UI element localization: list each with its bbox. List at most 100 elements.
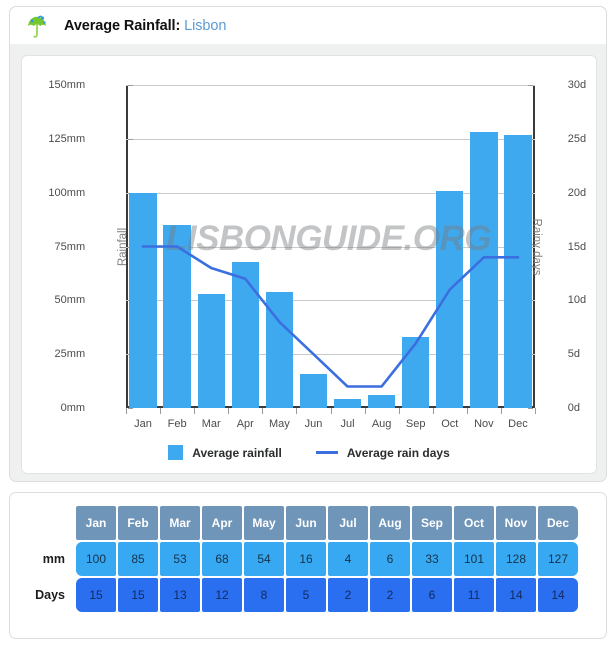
table-row: mm 100 85 53 68 54 16 4 6 33 101 128 127 — [26, 542, 578, 576]
x-tick-label-dec: Dec — [508, 418, 528, 430]
x-tick-label-jan: Jan — [134, 418, 152, 430]
x-tick-label-aug: Aug — [371, 418, 392, 430]
line-layer — [126, 85, 535, 408]
table-cell-days-jul: 2 — [328, 578, 368, 612]
y-tick-label-right: 25d — [567, 132, 587, 145]
table-row: Days 15 15 13 12 8 5 2 2 6 11 14 14 — [26, 578, 578, 612]
legend-line-label: Average rain days — [346, 445, 450, 460]
table-month-header-jun: Jun — [286, 506, 326, 540]
x-tick-mark — [296, 408, 298, 414]
table-corner-cell — [26, 506, 74, 540]
table-cell-days-feb: 15 — [118, 578, 158, 612]
table-cell-mm-aug: 6 — [370, 542, 410, 576]
chart-legend: Average rainfall Average rain days — [22, 445, 596, 460]
x-tick-mark — [262, 408, 264, 414]
chart-panel: 0mm 25mm 50mm 75mm 100mm 125mm 150mm 0d 5d 10d 15d… — [21, 55, 597, 474]
y-tick-label-right: 20d — [567, 186, 587, 199]
table-header-row: Jan Feb Mar Apr May Jun Jul Aug Sep Oct Nov Dec — [26, 506, 578, 540]
x-tick-mark — [126, 408, 127, 414]
y-tick-label-right: 0d — [567, 402, 580, 414]
y-tick-label-right: 10d — [567, 294, 587, 307]
x-tick-label-may: May — [268, 418, 290, 430]
x-tick-label-oct: Oct — [441, 418, 459, 430]
x-tick-mark — [364, 408, 366, 414]
table-cell-days-aug: 2 — [370, 578, 410, 612]
x-tick-label-jun: Jun — [304, 418, 323, 430]
table-cell-days-mar: 13 — [160, 578, 200, 612]
y-tick-label-right: 30d — [567, 79, 587, 91]
table-cell-days-may: 8 — [244, 578, 284, 612]
x-tick-mark — [500, 408, 502, 414]
title-prefix: Average Rainfall: — [64, 17, 181, 34]
x-tick-mark — [194, 408, 196, 414]
title-city: Lisbon — [184, 17, 227, 34]
x-tick-mark — [466, 408, 468, 414]
table-month-header-feb: Feb — [118, 506, 158, 540]
y-tick-mark — [128, 408, 133, 409]
y-tick-label-left: 150mm — [48, 79, 86, 91]
plot-area: 0mm 25mm 50mm 75mm 100mm 125mm 150mm 0d 5d 10d 15d… — [48, 79, 586, 430]
y-tick-label-left: 25mm — [54, 348, 86, 361]
table-cell-mm-oct: 101 — [454, 542, 494, 576]
table-month-header-jul: Jul — [328, 506, 368, 540]
table-month-header-jan: Jan — [76, 506, 116, 540]
table-cell-mm-mar: 53 — [160, 542, 200, 576]
x-tick-label-nov: Nov — [474, 418, 494, 430]
x-tick-label-feb: Feb — [167, 418, 187, 430]
y-tick-label-left: 0mm — [60, 402, 86, 414]
table-cell-days-jun: 5 — [286, 578, 326, 612]
legend-item-rainfall[interactable]: Average rainfall — [168, 445, 282, 460]
page-title: Average Rainfall: Lisbon — [64, 18, 226, 34]
rainfall-table: Jan Feb Mar Apr May Jun Jul Aug Sep Oct Nov Dec mm … — [24, 504, 580, 614]
legend-bar-swatch — [168, 445, 184, 460]
x-tick-mark — [398, 408, 400, 414]
table-cell-days-jan: 15 — [76, 578, 116, 612]
table-cell-mm-feb: 85 — [118, 542, 158, 576]
table-cell-days-sep: 6 — [412, 578, 452, 612]
y-axis-label-right: Rainy days — [530, 218, 543, 275]
row-label-mm: mm — [42, 552, 65, 566]
data-table-panel: Jan Feb Mar Apr May Jun Jul Aug Sep Oct Nov Dec mm … — [9, 492, 607, 639]
x-tick-label-jul: Jul — [340, 418, 355, 430]
card-header: Average Rainfall: Lisbon — [10, 7, 606, 44]
table-cell-days-apr: 12 — [202, 578, 242, 612]
y-tick-label-left: 100mm — [48, 186, 86, 199]
row-label-days: Days — [35, 588, 65, 602]
chart-card: Average Rainfall: Lisbon 0mm 25mm 50mm 75mm… — [9, 6, 607, 482]
table-cell-mm-apr: 68 — [202, 542, 242, 576]
table-month-header-oct: Oct — [454, 506, 494, 540]
table-cell-mm-dec: 127 — [538, 542, 578, 576]
table-cell-days-nov: 14 — [496, 578, 536, 612]
umbrella-icon — [26, 15, 48, 39]
legend-item-rain-days[interactable]: Average rain days — [315, 445, 450, 460]
x-tick-label-apr: Apr — [236, 418, 254, 430]
y-axis-label-left: Rainfall — [117, 227, 130, 266]
table-cell-days-oct: 11 — [454, 578, 494, 612]
x-tick-mark — [228, 408, 230, 414]
y-tick-label-left: 50mm — [54, 294, 86, 307]
y-tick-label-left: 125mm — [48, 132, 86, 145]
x-tick-mark — [160, 408, 162, 414]
table-cell-mm-may: 54 — [244, 542, 284, 576]
table-month-header-sep: Sep — [412, 506, 452, 540]
table-month-header-mar: Mar — [160, 506, 200, 540]
y-tick-label-right: 5d — [567, 348, 580, 361]
x-tick-label-mar: Mar — [201, 418, 221, 430]
table-month-header-aug: Aug — [370, 506, 410, 540]
x-tick-label-sep: Sep — [405, 418, 426, 430]
y2-tick-mark — [528, 408, 533, 409]
table-month-header-dec: Dec — [538, 506, 578, 540]
legend-bar-label: Average rainfall — [192, 445, 282, 460]
table-cell-mm-jun: 16 — [286, 542, 326, 576]
x-tick-mark — [432, 408, 434, 414]
table-cell-mm-jul: 4 — [328, 542, 368, 576]
x-tick-mark — [535, 408, 536, 414]
rainfall-widget: Average Rainfall: Lisbon 0mm 25mm 50mm 75mm… — [0, 0, 616, 659]
table-cell-days-dec: 14 — [538, 578, 578, 612]
table-month-header-nov: Nov — [496, 506, 536, 540]
x-tick-mark — [330, 408, 332, 414]
y-tick-label-right: 15d — [567, 240, 587, 253]
legend-line-swatch — [315, 451, 338, 454]
table-cell-mm-sep: 33 — [412, 542, 452, 576]
table-cell-mm-jan: 100 — [76, 542, 116, 576]
